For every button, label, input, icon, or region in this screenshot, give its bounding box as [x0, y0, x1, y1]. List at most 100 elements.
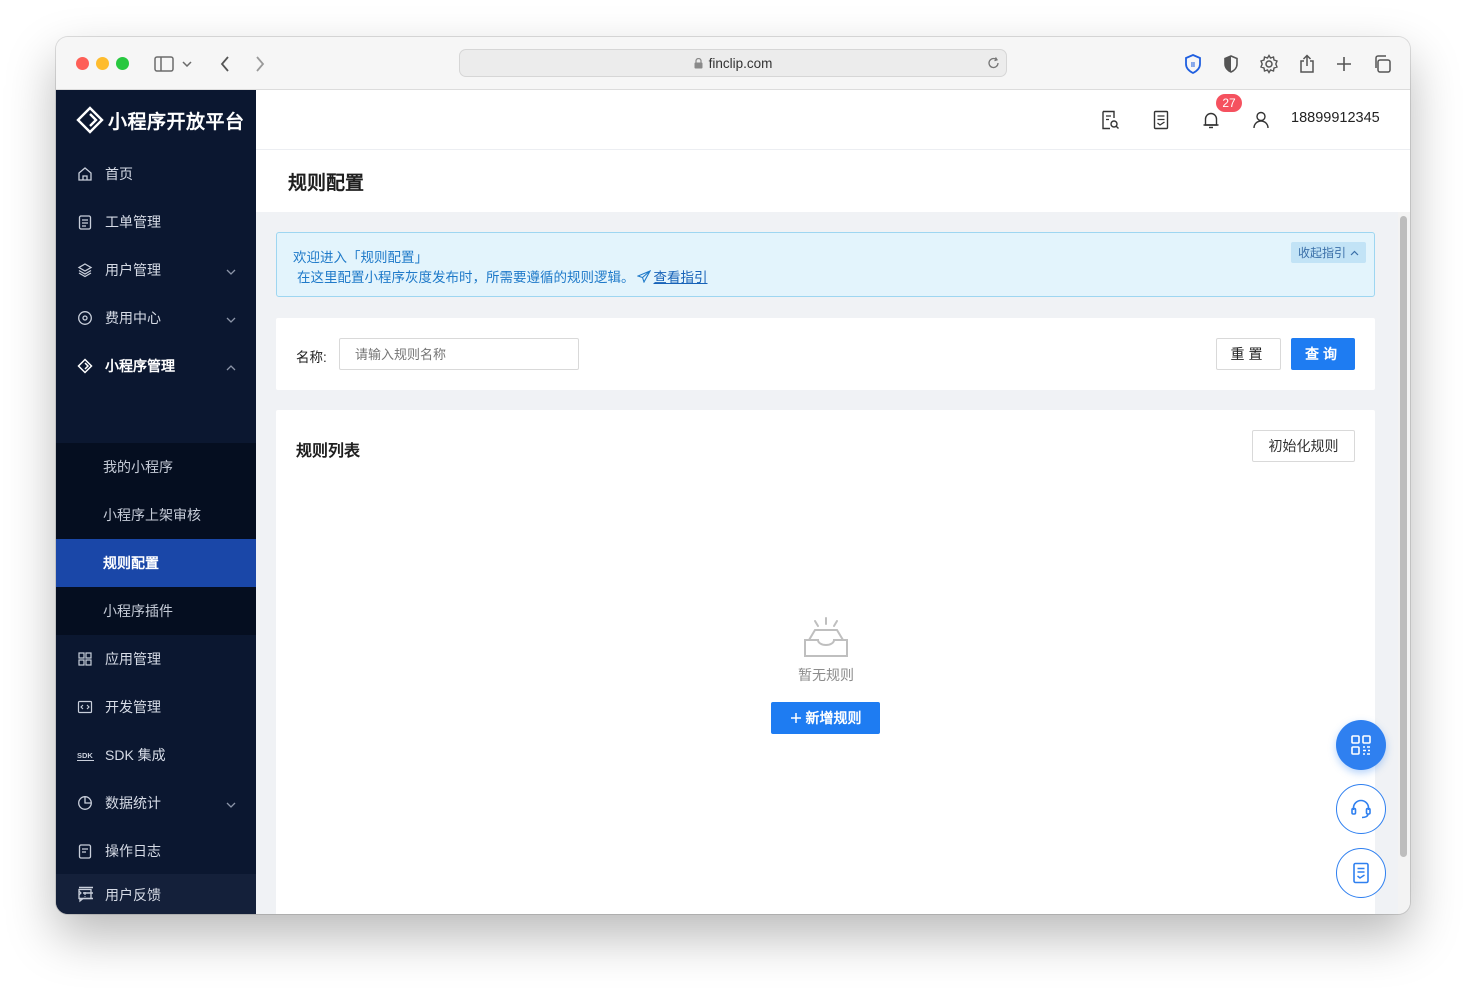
- diamond-icon: [77, 358, 93, 374]
- qr-code-icon: [1350, 734, 1372, 756]
- sidebar-item-label: 工单管理: [105, 214, 161, 230]
- rule-name-input[interactable]: [339, 338, 579, 370]
- headset-icon: [1349, 797, 1373, 821]
- send-icon: [636, 269, 651, 283]
- new-tab-icon[interactable]: [1331, 51, 1357, 77]
- url-text: finclip.com: [708, 55, 773, 71]
- browser-titlebar: finclip.com II: [56, 37, 1410, 90]
- message-icon: [77, 887, 93, 903]
- sidebar-item-label: 费用中心: [105, 310, 161, 326]
- sidebar-item-label: 应用管理: [105, 651, 161, 667]
- sidebar-item-home[interactable]: 首页: [56, 150, 256, 198]
- sidebar-item-label: 首页: [105, 166, 133, 182]
- add-rule-label: 新增规则: [805, 710, 862, 726]
- username[interactable]: 18899912345: [1291, 110, 1380, 126]
- plus-icon: [790, 712, 802, 724]
- sidebar-item-feedback[interactable]: 用户反馈: [56, 871, 256, 914]
- sidebar-item-label: 开发管理: [105, 699, 161, 715]
- collapse-guide-label: 收起指引: [1297, 246, 1346, 260]
- sidebar-item-miniprogram[interactable]: 小程序管理: [56, 342, 256, 390]
- sidebar-item-sdk[interactable]: SDK SDK 集成: [56, 731, 256, 779]
- rule-list-title: 规则列表: [296, 443, 361, 460]
- collapse-guide-button[interactable]: 收起指引: [1290, 242, 1366, 263]
- tab-overview-icon[interactable]: [1369, 51, 1395, 77]
- forward-icon[interactable]: [247, 51, 273, 77]
- page-title: 规则配置: [288, 173, 365, 194]
- chevron-down-icon: [226, 264, 236, 275]
- chevron-down-icon: [226, 797, 236, 808]
- password-shield-icon[interactable]: II: [1180, 51, 1206, 77]
- empty-inbox-icon: [799, 616, 853, 660]
- guide-description-text: 在这里配置小程序灰度发布时，所需要遵循的规则逻辑。: [297, 270, 635, 285]
- sidebar-item-stats[interactable]: 数据统计: [56, 779, 256, 827]
- sidebar-item-logs[interactable]: 操作日志: [56, 827, 256, 875]
- sidebar-item-dev[interactable]: 开发管理: [56, 683, 256, 731]
- guide-description: 在这里配置小程序灰度发布时，所需要遵循的规则逻辑。 查看指引: [297, 266, 708, 286]
- chevron-down-icon[interactable]: [179, 51, 195, 77]
- customer-service-button[interactable]: [1336, 784, 1386, 834]
- document-icon[interactable]: [1150, 109, 1172, 131]
- clipboard-icon: [77, 214, 93, 230]
- minimize-window-button[interactable]: [96, 57, 109, 70]
- app-logo[interactable]: 小程序开放平台: [76, 104, 245, 136]
- share-icon[interactable]: [1294, 51, 1320, 77]
- browser-window: finclip.com II 小程序开放平台 首页 工单管理 用户管理 费用中心…: [56, 37, 1410, 914]
- query-button[interactable]: 查询: [1291, 338, 1355, 370]
- scrollbar-thumb[interactable]: [1400, 216, 1407, 857]
- sidebar-item-label: 数据统计: [105, 795, 161, 811]
- qr-code-button[interactable]: [1336, 720, 1386, 770]
- guide-welcome-text: 欢迎进入「规则配置」: [293, 250, 428, 265]
- bell-icon[interactable]: [1200, 109, 1222, 131]
- reset-button[interactable]: 重置: [1216, 338, 1281, 370]
- svg-text:SDK: SDK: [77, 751, 93, 760]
- address-bar[interactable]: finclip.com: [459, 49, 1007, 77]
- document-button[interactable]: [1336, 848, 1386, 898]
- submenu-item-review[interactable]: 小程序上架审核: [56, 491, 256, 539]
- document-search-icon[interactable]: [1099, 109, 1121, 131]
- sidebar-item-label: 小程序管理: [105, 358, 175, 374]
- log-icon: [77, 843, 93, 859]
- name-label: 名称:: [296, 350, 327, 365]
- sidebar-item-label: SDK 集成: [105, 747, 166, 763]
- logo-icon: [76, 106, 104, 134]
- sidebar-item-users[interactable]: 用户管理: [56, 246, 256, 294]
- submenu-item-plugins[interactable]: 小程序插件: [56, 587, 256, 635]
- sidebar-toggle-icon[interactable]: [151, 51, 177, 77]
- user-icon[interactable]: [1250, 109, 1272, 131]
- document-check-icon: [1350, 861, 1372, 885]
- logo-text: 小程序开放平台: [108, 111, 245, 133]
- sidebar-item-billing[interactable]: 费用中心: [56, 294, 256, 342]
- coin-icon: [77, 310, 93, 326]
- gear-icon[interactable]: [1256, 51, 1282, 77]
- chevron-up-icon: [226, 360, 236, 371]
- submenu-item-label: 小程序插件: [103, 603, 173, 619]
- guide-alert: 欢迎进入「规则配置」 在这里配置小程序灰度发布时，所需要遵循的规则逻辑。 查看指…: [276, 232, 1375, 297]
- submenu-item-my-miniprograms[interactable]: 我的小程序: [56, 443, 256, 491]
- home-icon: [77, 166, 93, 182]
- top-header: 27 18899912345: [256, 90, 1410, 150]
- init-rules-button[interactable]: 初始化规则: [1252, 430, 1355, 462]
- sidebar: 小程序开放平台 首页 工单管理 用户管理 费用中心 小程序管理 我的小程序 小程…: [56, 90, 256, 914]
- back-icon[interactable]: [212, 51, 238, 77]
- sidebar-item-label: 操作日志: [105, 843, 161, 859]
- chevron-up-icon: [1350, 250, 1359, 256]
- empty-state-text: 暂无规则: [798, 667, 854, 683]
- code-icon: [77, 699, 93, 715]
- submenu: 我的小程序 小程序上架审核 规则配置 小程序插件: [56, 443, 256, 635]
- reload-icon[interactable]: [987, 56, 1000, 70]
- submenu-item-label: 我的小程序: [103, 459, 173, 475]
- zoom-window-button[interactable]: [116, 57, 129, 70]
- notification-badge: 27: [1216, 94, 1242, 112]
- privacy-shield-icon[interactable]: [1218, 51, 1244, 77]
- submenu-item-label: 规则配置: [103, 555, 159, 571]
- submenu-item-rule-config[interactable]: 规则配置: [56, 539, 256, 587]
- sidebar-item-apps[interactable]: 应用管理: [56, 635, 256, 683]
- close-window-button[interactable]: [76, 57, 89, 70]
- add-rule-button[interactable]: 新增规则: [771, 702, 880, 734]
- sidebar-item-tickets[interactable]: 工单管理: [56, 198, 256, 246]
- rule-list-card: 规则列表 初始化规则 暂无规则 新增规则: [276, 410, 1375, 914]
- grid-icon: [77, 651, 93, 667]
- sidebar-item-label: 用户管理: [105, 262, 161, 278]
- sdk-icon: SDK: [77, 747, 94, 763]
- view-guide-link[interactable]: 查看指引: [654, 266, 708, 286]
